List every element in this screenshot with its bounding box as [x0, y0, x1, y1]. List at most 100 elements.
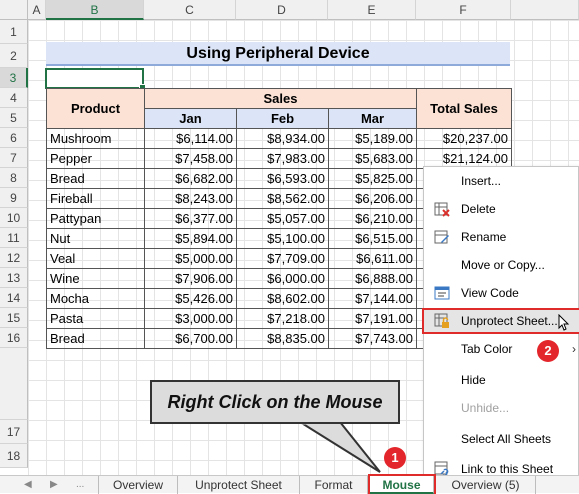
row-header-16[interactable]: 16: [0, 328, 28, 348]
row-header-9[interactable]: 9: [0, 188, 28, 208]
cell-mar[interactable]: $5,683.00: [328, 148, 417, 169]
cell-feb[interactable]: $6,000.00: [236, 268, 329, 289]
cell-product[interactable]: Fireball: [46, 188, 145, 209]
col-header-e[interactable]: E: [328, 0, 416, 20]
cell-jan[interactable]: $8,243.00: [144, 188, 237, 209]
cell-feb[interactable]: $8,835.00: [236, 328, 329, 349]
row-header-14[interactable]: 14: [0, 288, 28, 308]
tab-scroll-left-icon[interactable]: ◀: [24, 476, 32, 494]
col-header-d[interactable]: D: [236, 0, 328, 20]
delete-sheet-icon: [434, 202, 450, 217]
row-header-1[interactable]: 1: [0, 20, 28, 44]
tab-more-icon[interactable]: ...: [76, 476, 84, 494]
cell-jan[interactable]: $6,700.00: [144, 328, 237, 349]
select-all-corner[interactable]: [0, 0, 28, 20]
col-header-f[interactable]: F: [416, 0, 511, 20]
month-header-feb: Feb: [236, 108, 329, 129]
cell-mar[interactable]: $6,515.00: [328, 228, 417, 249]
menu-item-rename[interactable]: Rename: [424, 226, 579, 248]
cell-mar[interactable]: $6,888.00: [328, 268, 417, 289]
table-row: Mushroom $6,114.00 $8,934.00 $5,189.00 $20,2…: [46, 128, 512, 149]
row-header-3[interactable]: 3: [0, 68, 28, 88]
cell-mar[interactable]: $5,189.00: [328, 128, 417, 149]
unprotect-sheet-icon: [434, 313, 449, 328]
tab-mouse[interactable]: Mouse: [368, 474, 436, 494]
cell-product[interactable]: Veal: [46, 248, 145, 269]
cell-jan[interactable]: $7,458.00: [144, 148, 237, 169]
cell-feb[interactable]: $5,100.00: [236, 228, 329, 249]
row-header-17[interactable]: 17: [0, 420, 28, 444]
cell-mar[interactable]: $6,210.00: [328, 208, 417, 229]
row-header-15[interactable]: 15: [0, 308, 28, 328]
cell-jan[interactable]: $6,682.00: [144, 168, 237, 189]
cell-product[interactable]: Pasta: [46, 308, 145, 329]
menu-item-insert[interactable]: Insert...: [424, 170, 579, 192]
cell-feb[interactable]: $8,602.00: [236, 288, 329, 309]
row-header-5[interactable]: 5: [0, 108, 28, 128]
row-header-gap: [0, 348, 28, 420]
menu-item-unhide[interactable]: Unhide...: [424, 397, 579, 419]
cell-jan[interactable]: $5,894.00: [144, 228, 237, 249]
active-cell-b3[interactable]: [45, 68, 146, 91]
cell-mar[interactable]: $6,611.00: [328, 248, 417, 269]
product-header: Product: [46, 88, 145, 129]
cell-feb[interactable]: $7,983.00: [236, 148, 329, 169]
cell-mar[interactable]: $7,743.00: [328, 328, 417, 349]
tab-overview[interactable]: Overview: [98, 476, 178, 494]
menu-item-select-all-sheets[interactable]: Select All Sheets: [424, 428, 579, 450]
cell-mar[interactable]: $6,206.00: [328, 188, 417, 209]
cell-product[interactable]: Wine: [46, 268, 145, 289]
menu-item-hide[interactable]: Hide: [424, 369, 579, 391]
cell-feb[interactable]: $6,593.00: [236, 168, 329, 189]
row-header-8[interactable]: 8: [0, 168, 28, 188]
cell-product[interactable]: Nut: [46, 228, 145, 249]
menu-item-view-code[interactable]: View Code: [424, 282, 579, 304]
row-header-11[interactable]: 11: [0, 228, 28, 248]
cell-mar[interactable]: $7,191.00: [328, 308, 417, 329]
row-header-6[interactable]: 6: [0, 128, 28, 148]
cell-mar[interactable]: $5,825.00: [328, 168, 417, 189]
cell-product[interactable]: Bread: [46, 168, 145, 189]
tab-scroll-right-icon[interactable]: ▶: [50, 476, 58, 494]
cell-feb[interactable]: $5,057.00: [236, 208, 329, 229]
menu-item-move-or-copy[interactable]: Move or Copy...: [424, 254, 579, 276]
cell-jan[interactable]: $6,114.00: [144, 128, 237, 149]
row-header-18[interactable]: 18: [0, 444, 28, 468]
step-badge-2: 2: [537, 340, 559, 362]
cell-product[interactable]: Bread: [46, 328, 145, 349]
sales-header: Sales: [144, 88, 417, 109]
cell-jan[interactable]: $6,377.00: [144, 208, 237, 229]
tab-format[interactable]: Format: [300, 476, 368, 494]
cell-jan[interactable]: $7,906.00: [144, 268, 237, 289]
col-header-c[interactable]: C: [144, 0, 236, 20]
cell-total[interactable]: $20,237.00: [416, 128, 512, 149]
row-header-2[interactable]: 2: [0, 44, 28, 68]
cell-feb[interactable]: $8,562.00: [236, 188, 329, 209]
cell-feb[interactable]: $7,709.00: [236, 248, 329, 269]
callout-box: Right Click on the Mouse: [150, 380, 400, 424]
cell-mar[interactable]: $7,144.00: [328, 288, 417, 309]
cell-feb[interactable]: $8,934.00: [236, 128, 329, 149]
cell-jan[interactable]: $5,000.00: [144, 248, 237, 269]
menu-item-delete[interactable]: Delete: [424, 198, 579, 220]
row-header-7[interactable]: 7: [0, 148, 28, 168]
col-header-b[interactable]: B: [46, 0, 144, 20]
cell-feb[interactable]: $7,218.00: [236, 308, 329, 329]
cell-jan[interactable]: $5,426.00: [144, 288, 237, 309]
menu-item-unprotect-sheet[interactable]: Unprotect Sheet...: [422, 308, 579, 334]
sheet-tab-context-menu: Insert... Delete Rename Move or Copy... …: [422, 166, 579, 485]
col-header-g[interactable]: [511, 0, 579, 20]
cell-product[interactable]: Mushroom: [46, 128, 145, 149]
cell-product[interactable]: Pepper: [46, 148, 145, 169]
view-code-icon: [434, 286, 450, 300]
cell-jan[interactable]: $3,000.00: [144, 308, 237, 329]
cell-product[interactable]: Mocha: [46, 288, 145, 309]
tab-unprotect-sheet[interactable]: Unprotect Sheet: [178, 476, 300, 494]
row-header-10[interactable]: 10: [0, 208, 28, 228]
col-header-a[interactable]: A: [28, 0, 46, 20]
tab-overview-5[interactable]: Overview (5): [436, 476, 536, 494]
cell-product[interactable]: Pattypan: [46, 208, 145, 229]
row-header-13[interactable]: 13: [0, 268, 28, 288]
row-header-12[interactable]: 12: [0, 248, 28, 268]
row-header-4[interactable]: 4: [0, 88, 28, 108]
